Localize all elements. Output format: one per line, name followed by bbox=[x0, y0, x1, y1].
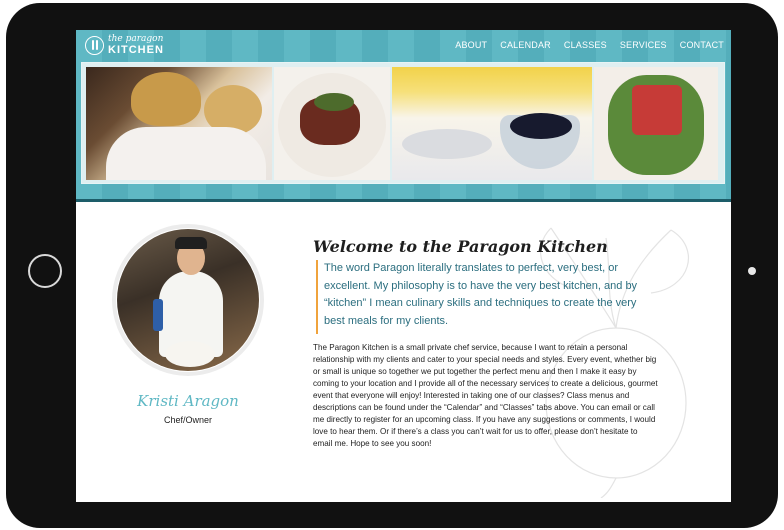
hero-photo-strip bbox=[81, 62, 725, 184]
tablet-frame: the paragon KITCHEN ABOUT CALENDAR CLASS… bbox=[6, 3, 778, 528]
header-divider bbox=[76, 199, 731, 202]
chef-name: Kristi Aragon bbox=[137, 392, 239, 410]
screen: the paragon KITCHEN ABOUT CALENDAR CLASS… bbox=[76, 30, 731, 502]
logo-script: the paragon bbox=[108, 33, 164, 44]
intro-paragraph: The Paragon Kitchen is a small private c… bbox=[313, 343, 658, 448]
site-header: the paragon KITCHEN ABOUT CALENDAR CLASS… bbox=[76, 30, 731, 199]
utensils-icon bbox=[85, 35, 104, 55]
nav-services[interactable]: SERVICES bbox=[620, 40, 667, 50]
home-button[interactable] bbox=[28, 254, 62, 288]
nav-contact[interactable]: CONTACT bbox=[680, 40, 724, 50]
berries-bowl-photo bbox=[392, 67, 592, 180]
site-logo[interactable]: the paragon KITCHEN bbox=[85, 34, 164, 56]
philosophy-quote: The word Paragon literally translates to… bbox=[316, 260, 646, 334]
chef-portrait bbox=[117, 229, 259, 371]
nav-classes[interactable]: CLASSES bbox=[564, 40, 607, 50]
tomato-salad-photo bbox=[594, 67, 718, 180]
logo-name: KITCHEN bbox=[108, 43, 164, 56]
welcome-title: Welcome to the Paragon Kitchen bbox=[313, 237, 608, 256]
nav-about[interactable]: ABOUT bbox=[455, 40, 487, 50]
steak-plate-photo bbox=[274, 67, 390, 180]
chefs-cooking-photo bbox=[86, 67, 272, 180]
nav-calendar[interactable]: CALENDAR bbox=[500, 40, 551, 50]
camera-icon bbox=[748, 267, 756, 275]
chef-role: Chef/Owner bbox=[163, 415, 213, 425]
main-nav: ABOUT CALENDAR CLASSES SERVICES CONTACT bbox=[455, 40, 724, 50]
